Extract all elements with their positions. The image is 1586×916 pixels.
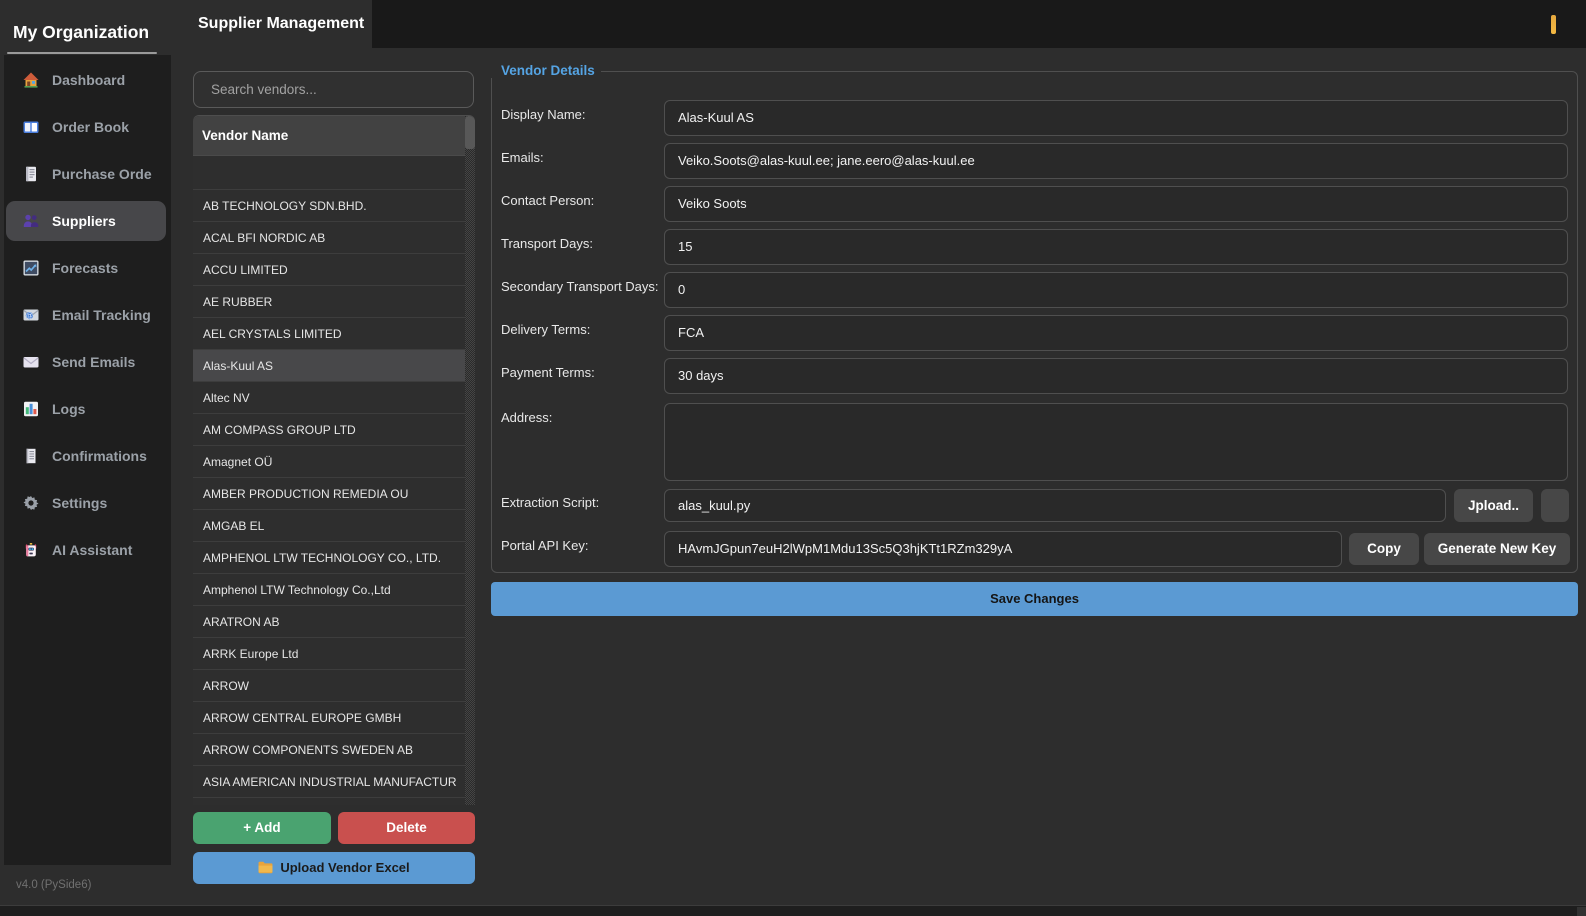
- svg-text:@: @: [26, 313, 33, 320]
